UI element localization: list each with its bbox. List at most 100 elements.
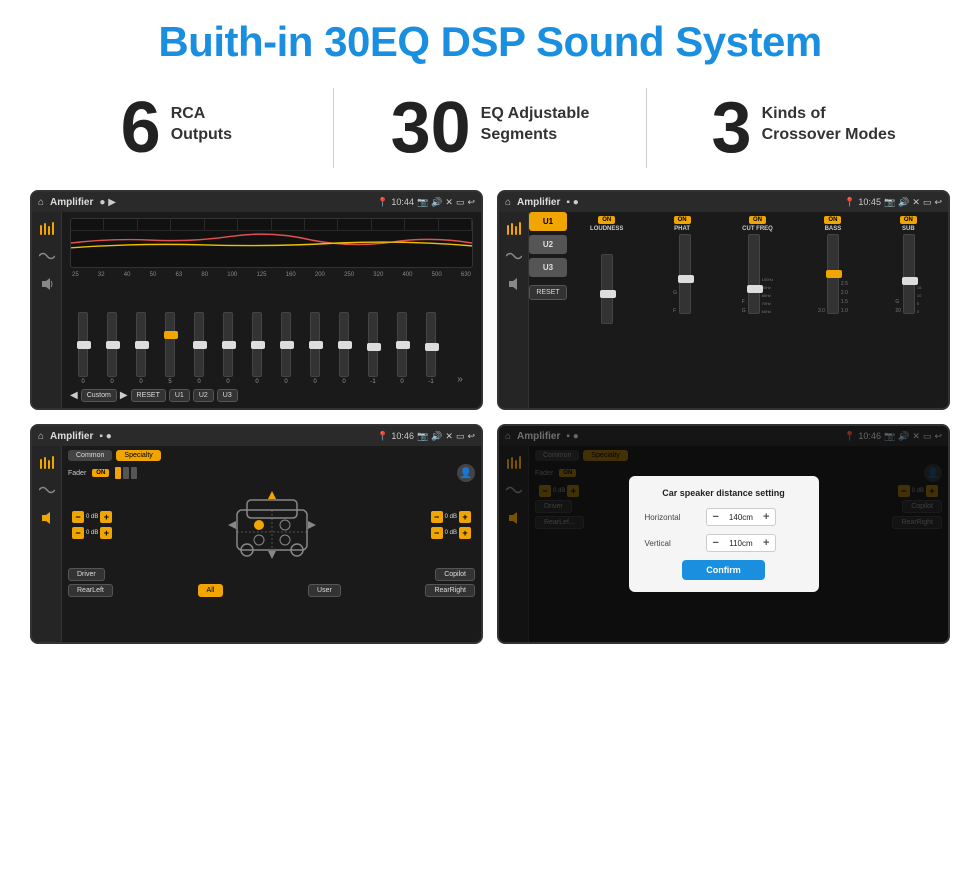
user-btn[interactable]: User: [308, 584, 341, 597]
horizontal-minus[interactable]: −: [713, 511, 719, 523]
right-plus[interactable]: +: [459, 511, 471, 523]
stat-text-rca: RCA Outputs: [171, 92, 232, 146]
left-plus[interactable]: +: [100, 511, 112, 523]
eq-slider-2[interactable]: 0: [99, 312, 125, 385]
reset-btn-1[interactable]: RESET: [131, 389, 166, 402]
back-icon-3[interactable]: ↩: [467, 431, 475, 442]
right-minus-2[interactable]: −: [431, 527, 443, 539]
eq-icon-3[interactable]: [37, 454, 57, 470]
horizontal-label: Horizontal: [645, 513, 700, 522]
custom-btn[interactable]: Custom: [81, 389, 117, 402]
eq-slider-1[interactable]: 0: [70, 312, 96, 385]
eq-slider-7[interactable]: 0: [244, 312, 270, 385]
eq-btn-row: ◀ Custom ▶ RESET U1 U2 U3: [70, 389, 473, 402]
eq-icon-2[interactable]: [504, 220, 524, 236]
time-2: 10:45: [858, 197, 881, 207]
eq-content: 2532405063 80100125160200 25032040050063…: [32, 212, 481, 408]
status-icons-3: 📍 10:46 📷 🔊 ✕ ▭ ↩: [377, 431, 475, 442]
left-vol: − 0 dB + − 0 dB +: [72, 511, 112, 539]
vertical-plus[interactable]: +: [763, 537, 769, 549]
left-db-2: 0 dB: [86, 530, 98, 536]
common-tab[interactable]: Common: [68, 450, 112, 461]
back-icon-2[interactable]: ↩: [934, 197, 942, 208]
specialty-tab[interactable]: Specialty: [116, 450, 160, 461]
reset-btn-2[interactable]: RESET: [529, 285, 567, 300]
cross-main: Common Specialty Fader ON 👤: [62, 446, 481, 642]
status-bar-3: ⌂ Amplifier ▪ ● 📍 10:46 📷 🔊 ✕ ▭ ↩: [32, 426, 481, 446]
eq-icon[interactable]: [37, 220, 57, 236]
eq-slider-6[interactable]: 0: [215, 312, 241, 385]
left-plus-2[interactable]: +: [100, 527, 112, 539]
left-db-1: 0 dB: [86, 514, 98, 520]
driver-btn[interactable]: Driver: [68, 568, 105, 581]
home-icon-3[interactable]: ⌂: [38, 431, 44, 442]
eq-slider-13[interactable]: -1: [418, 312, 444, 385]
speaker-icon-2[interactable]: [504, 276, 524, 292]
back-icon-1[interactable]: ↩: [467, 197, 475, 208]
eq-slider-8[interactable]: 0: [273, 312, 299, 385]
fader-row: Fader ON 👤: [68, 464, 475, 482]
left-minus-2[interactable]: −: [72, 527, 84, 539]
amp-left-panel: U1 U2 U3 RESET: [529, 212, 567, 408]
copilot-btn[interactable]: Copilot: [435, 568, 475, 581]
speaker-icon[interactable]: [37, 276, 57, 292]
eq-slider-12[interactable]: 0: [389, 312, 415, 385]
u3-btn[interactable]: U3: [529, 258, 567, 277]
horizontal-plus[interactable]: +: [763, 511, 769, 523]
eq-graph: [70, 218, 473, 268]
eq-main: 2532405063 80100125160200 25032040050063…: [62, 212, 481, 408]
left-minus[interactable]: −: [72, 511, 84, 523]
u1-btn-1[interactable]: U1: [169, 389, 190, 402]
all-btn[interactable]: All: [198, 584, 224, 597]
wave-icon-2[interactable]: [504, 248, 524, 264]
rearleft-btn[interactable]: RearLeft: [68, 584, 113, 597]
vertical-minus[interactable]: −: [713, 537, 719, 549]
u1-btn[interactable]: U1: [529, 212, 567, 231]
u2-btn-1[interactable]: U2: [193, 389, 214, 402]
pin-icon-3: 📍: [377, 431, 388, 442]
cross-bottom: Driver Copilot: [68, 568, 475, 581]
vol-icon-2: 🔊: [898, 197, 909, 208]
eq-slider-5[interactable]: 0: [186, 312, 212, 385]
eq-slider-9[interactable]: 0: [302, 312, 328, 385]
home-icon-2[interactable]: ⌂: [505, 197, 511, 208]
right-db-2: 0 dB: [445, 530, 457, 536]
play-icons-1: ● ▶: [99, 197, 116, 208]
u3-btn-1[interactable]: U3: [217, 389, 238, 402]
eq-slider-4[interactable]: 5: [157, 312, 183, 385]
wave-icon-3[interactable]: [37, 482, 57, 498]
cutfreq-channel: ON CUT FREQ FG 100Hz90Hz80Hz70Hz60Hz: [722, 216, 793, 404]
stat-divider-1: [333, 88, 334, 168]
eq-expand-icon[interactable]: »: [447, 374, 473, 385]
stat-text-crossover: Kinds of Crossover Modes: [762, 92, 896, 146]
right-plus-2[interactable]: +: [459, 527, 471, 539]
u2-btn[interactable]: U2: [529, 235, 567, 254]
vol-icon-3: 🔊: [431, 431, 442, 442]
main-title: Buith-in 30EQ DSP Sound System: [0, 0, 980, 76]
speaker-top: − 0 dB + − 0 dB +: [68, 485, 475, 565]
eq-prev-btn[interactable]: ◀: [70, 390, 78, 401]
stat-item-crossover: 3 Kinds of Crossover Modes: [667, 92, 940, 164]
amp-screen: ⌂ Amplifier ▪ ● 📍 10:45 📷 🔊 ✕ ▭ ↩: [497, 190, 950, 410]
eq-slider-3[interactable]: 0: [128, 312, 154, 385]
right-minus[interactable]: −: [431, 511, 443, 523]
x-icon-2: ✕: [912, 197, 920, 208]
phat-channel: ON PHAT GF: [646, 216, 717, 404]
rec-icons-3: ▪ ●: [99, 431, 111, 442]
home-icon-1[interactable]: ⌂: [38, 197, 44, 208]
camera-icon-2: 📷: [884, 197, 895, 208]
eq-slider-10[interactable]: 0: [331, 312, 357, 385]
rearright-btn[interactable]: RearRight: [425, 584, 475, 597]
x-icon-3: ✕: [445, 431, 453, 442]
car-diagram: [116, 485, 426, 565]
wave-icon[interactable]: [37, 248, 57, 264]
side-icons-1: [32, 212, 62, 408]
fader-user-icon[interactable]: 👤: [457, 464, 475, 482]
stat-item-eq: 30 EQ Adjustable Segments: [354, 92, 627, 164]
speaker-icon-3[interactable]: [37, 510, 57, 526]
rec-icons-2: ▪ ●: [566, 197, 578, 208]
eq-slider-11[interactable]: -1: [360, 312, 386, 385]
eq-next-btn[interactable]: ▶: [120, 390, 128, 401]
confirm-button[interactable]: Confirm: [682, 560, 765, 580]
dialog-box: Car speaker distance setting Horizontal …: [629, 476, 819, 592]
